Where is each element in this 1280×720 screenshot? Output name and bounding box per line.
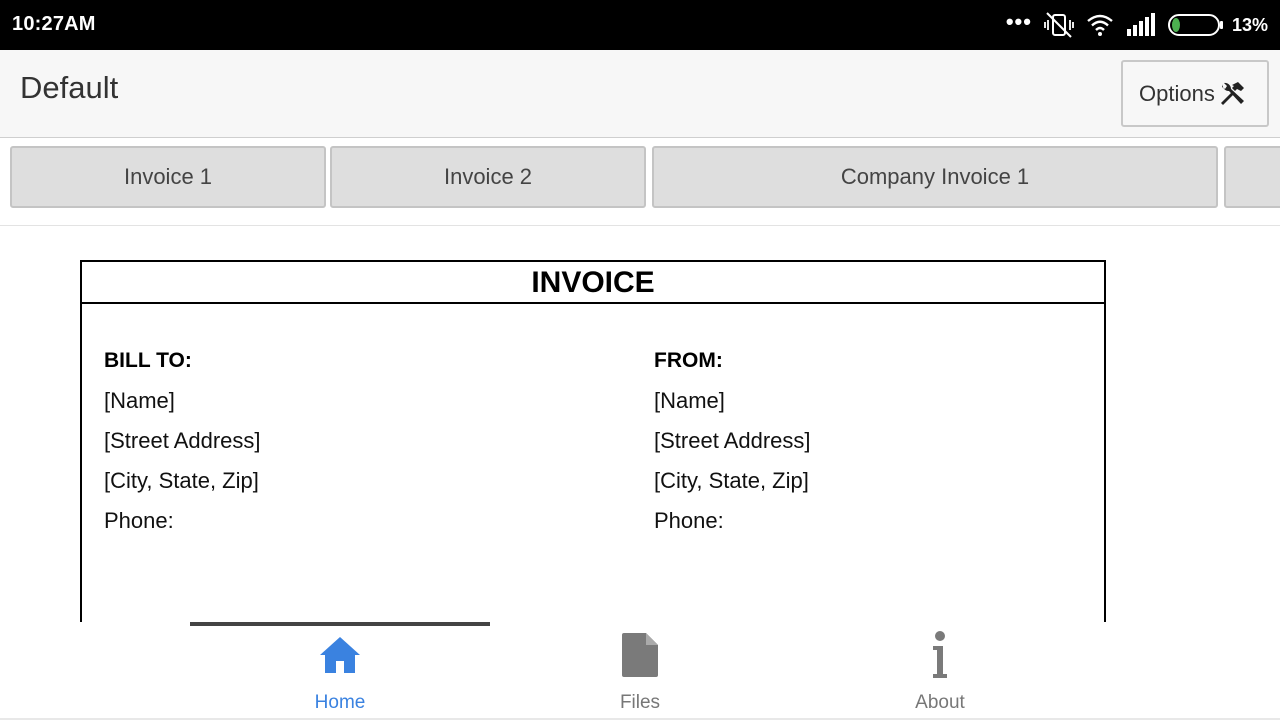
tools-icon xyxy=(1217,79,1247,109)
bill-to-street[interactable]: [Street Address] xyxy=(104,428,261,468)
options-button[interactable]: Options xyxy=(1121,60,1269,127)
bill-to-label: BILL TO: xyxy=(104,349,192,372)
tab-company-invoice-1[interactable]: Company Invoice 1 xyxy=(652,146,1218,208)
bill-to-name[interactable]: [Name] xyxy=(104,388,261,428)
bottom-nav: Home Files About xyxy=(0,622,1280,720)
bill-to-city[interactable]: [City, State, Zip] xyxy=(104,468,261,508)
invoice-box: INVOICE BILL TO: [Name] [Street Address]… xyxy=(80,260,1106,622)
bill-to-phone[interactable]: Phone: xyxy=(104,508,261,548)
tab-invoice-2[interactable]: Invoice 2 xyxy=(330,146,646,208)
vibrate-off-icon xyxy=(1044,11,1074,39)
file-icon xyxy=(620,630,660,680)
invoice-heading: INVOICE xyxy=(82,262,1104,304)
signal-icon xyxy=(1126,13,1156,37)
nav-home[interactable]: Home xyxy=(190,622,490,720)
from-name[interactable]: [Name] xyxy=(654,388,811,428)
tab-invoice-1[interactable]: Invoice 1 xyxy=(10,146,326,208)
invoice-document-view[interactable]: INVOICE BILL TO: [Name] [Street Address]… xyxy=(0,226,1280,622)
status-bar: 10:27AM ••• 13% xyxy=(0,0,1280,50)
nav-about[interactable]: About xyxy=(790,622,1090,720)
nav-home-label: Home xyxy=(314,692,366,713)
from-street[interactable]: [Street Address] xyxy=(654,428,811,468)
page-title: Default xyxy=(20,70,119,105)
bill-to-section: BILL TO: [Name] [Street Address] [City, … xyxy=(104,348,261,548)
wifi-icon xyxy=(1086,13,1114,37)
battery-icon xyxy=(1167,13,1224,37)
from-label: FROM: xyxy=(654,349,723,372)
status-time: 10:27AM xyxy=(12,13,96,35)
from-phone[interactable]: Phone: xyxy=(654,508,811,548)
nav-files[interactable]: Files xyxy=(490,622,790,720)
options-label: Options xyxy=(1139,80,1215,106)
from-city[interactable]: [City, State, Zip] xyxy=(654,468,811,508)
more-dots-icon: ••• xyxy=(1005,9,1032,34)
tab-overflow[interactable] xyxy=(1224,146,1280,208)
home-icon xyxy=(318,630,362,680)
nav-about-label: About xyxy=(915,692,965,713)
info-icon xyxy=(928,630,952,680)
from-section: FROM: [Name] [Street Address] [City, Sta… xyxy=(654,348,811,548)
status-icons: ••• 13% xyxy=(994,9,1268,40)
battery-percent: 13% xyxy=(1231,14,1268,35)
nav-files-label: Files xyxy=(619,692,661,713)
invoice-tabs: Invoice 1 Invoice 2 Company Invoice 1 xyxy=(0,138,1280,226)
app-bar: Default Options xyxy=(0,50,1280,138)
